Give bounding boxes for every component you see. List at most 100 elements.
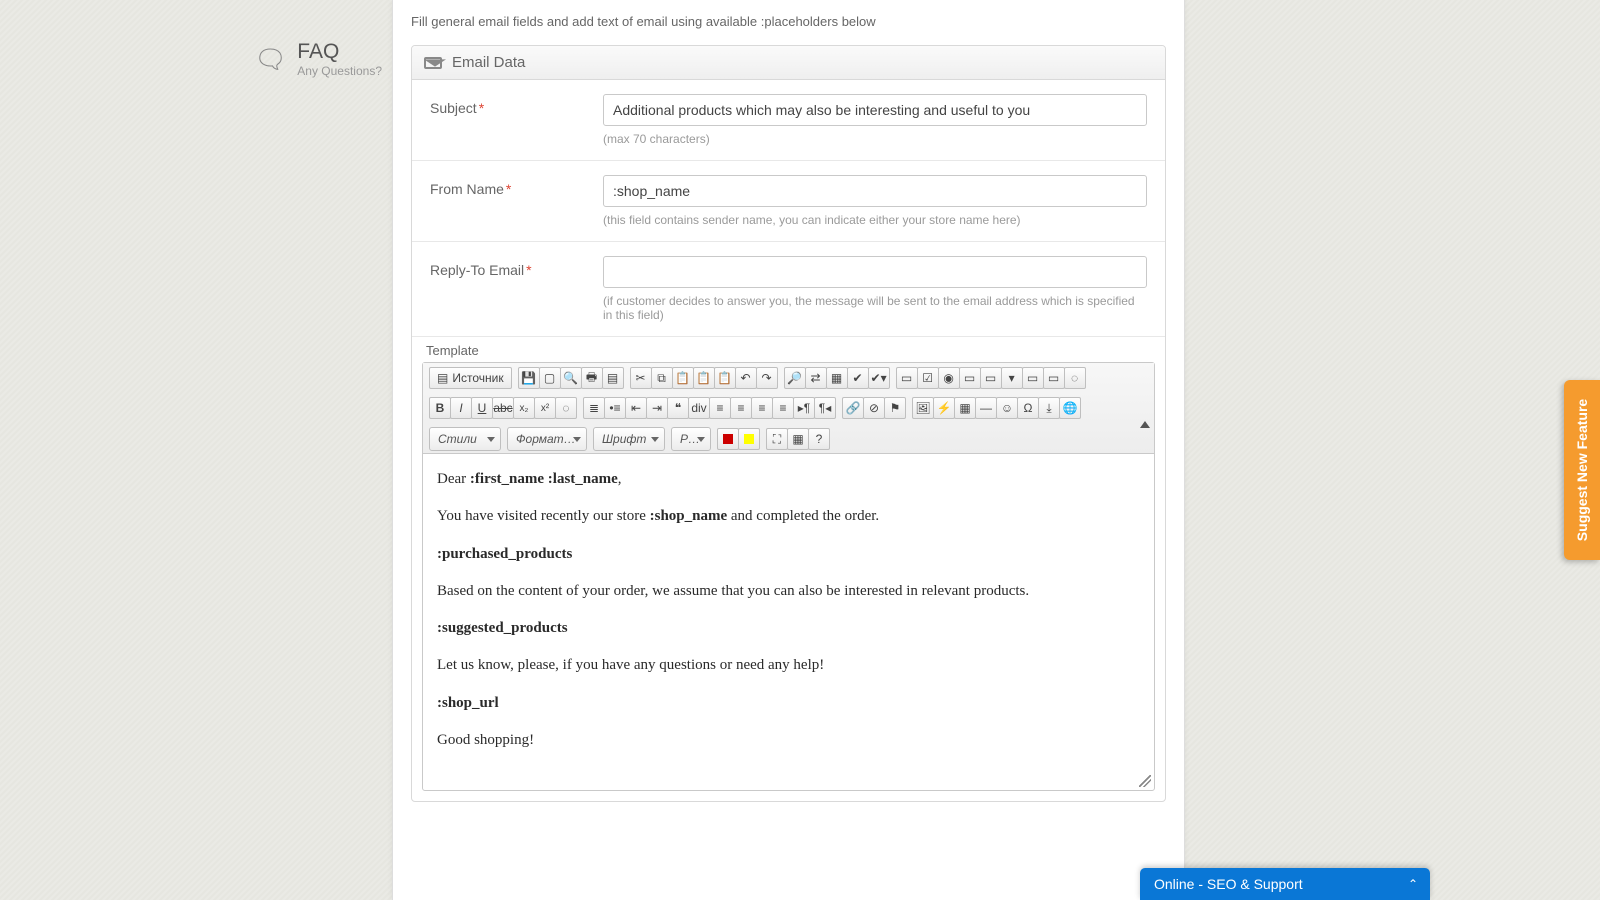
scayt-icon[interactable]: ✔▾ — [868, 367, 890, 389]
reply-to-input[interactable] — [603, 256, 1147, 288]
specialchar-button[interactable]: Ω — [1017, 397, 1039, 419]
body-text: Let us know, please, if you have any que… — [437, 654, 1140, 677]
pagebreak-button[interactable]: ⤓ — [1038, 397, 1060, 419]
placeholder-purchased: :purchased_products — [437, 546, 572, 562]
preview-icon[interactable]: 🔍 — [560, 367, 582, 389]
find-icon[interactable]: 🔎 — [784, 367, 806, 389]
paste-word-icon[interactable]: 📋 — [714, 367, 736, 389]
templates-icon[interactable]: ▤ — [602, 367, 624, 389]
about-button[interactable]: ? — [808, 428, 830, 450]
textarea-icon[interactable]: ▭ — [980, 367, 1002, 389]
body-text: Based on the content of your order, we a… — [437, 580, 1140, 603]
body-text: , — [618, 471, 622, 487]
ltr-button[interactable]: ▸¶ — [793, 397, 815, 419]
comments-icon: 🗨 — [254, 44, 287, 75]
newpage-icon[interactable]: ▢ — [539, 367, 561, 389]
resize-grip-icon[interactable] — [1139, 775, 1151, 787]
table-button[interactable]: ▦ — [954, 397, 976, 419]
textcolor-button[interactable] — [717, 428, 739, 450]
imagebutton-icon[interactable]: ▭ — [1043, 367, 1065, 389]
numlist-button[interactable]: ≣ — [583, 397, 605, 419]
placeholder-name: :first_name :last_name — [470, 471, 618, 487]
hr-button[interactable]: — — [975, 397, 997, 419]
label-reply-to: Reply-To Email — [430, 262, 524, 278]
hidden-icon[interactable]: ◌ — [1064, 367, 1086, 389]
italic-button[interactable]: I — [450, 397, 472, 419]
body-text: Dear — [437, 471, 470, 487]
subscript-button[interactable]: x₂ — [513, 397, 535, 419]
outdent-button[interactable]: ⇤ — [625, 397, 647, 419]
editor-toolbar: ▤ Источник 💾 ▢ 🔍 🖶 ▤ ✂ ⧉ 📋 — [423, 363, 1154, 454]
textfield-icon[interactable]: ▭ — [959, 367, 981, 389]
select-icon[interactable]: ▾ — [1001, 367, 1023, 389]
link-button[interactable]: 🔗 — [842, 397, 864, 419]
superscript-button[interactable]: x² — [534, 397, 556, 419]
align-left-button[interactable]: ≡ — [709, 397, 731, 419]
main-column: Fill general email fields and add text o… — [392, 0, 1185, 900]
bullist-button[interactable]: •≡ — [604, 397, 626, 419]
font-select[interactable]: Шрифт — [593, 427, 665, 451]
faq-link[interactable]: 🗨 FAQ Any Questions? — [0, 40, 392, 78]
flash-button[interactable]: ⚡ — [933, 397, 955, 419]
removeformat-button[interactable]: ◌ — [555, 397, 577, 419]
radio-icon[interactable]: ◉ — [938, 367, 960, 389]
anchor-button[interactable]: ⚑ — [884, 397, 906, 419]
placeholder-shop: :shop_name — [650, 508, 728, 524]
button-icon[interactable]: ▭ — [1022, 367, 1044, 389]
from-name-input[interactable] — [603, 175, 1147, 207]
paste-text-icon[interactable]: 📋 — [693, 367, 715, 389]
selectall-icon[interactable]: ▦ — [826, 367, 848, 389]
chat-widget[interactable]: Online - SEO & Support ⌃ — [1140, 868, 1430, 900]
suggest-feature-tab[interactable]: Suggest New Feature — [1564, 380, 1600, 560]
align-center-button[interactable]: ≡ — [730, 397, 752, 419]
intro-text: Fill general email fields and add text o… — [393, 0, 1184, 37]
maximize-button[interactable]: ⛶ — [766, 428, 788, 450]
bgcolor-button[interactable] — [738, 428, 760, 450]
indent-button[interactable]: ⇥ — [646, 397, 668, 419]
spellcheck-icon[interactable]: ✔ — [847, 367, 869, 389]
email-data-panel: Email Data Subject* (max 70 characters) … — [411, 45, 1166, 802]
faq-title: FAQ — [297, 40, 382, 64]
paste-icon[interactable]: 📋 — [672, 367, 694, 389]
align-right-button[interactable]: ≡ — [751, 397, 773, 419]
size-select[interactable]: Р… — [671, 427, 711, 451]
strike-button[interactable]: abc — [492, 397, 514, 419]
cut-icon[interactable]: ✂ — [630, 367, 652, 389]
checkbox-icon[interactable]: ☑ — [917, 367, 939, 389]
row-reply-to: Reply-To Email* (if customer decides to … — [412, 242, 1165, 337]
copy-icon[interactable]: ⧉ — [651, 367, 673, 389]
div-button[interactable]: div — [688, 397, 710, 419]
styles-select[interactable]: Стили — [429, 427, 501, 451]
rtl-button[interactable]: ¶◂ — [814, 397, 836, 419]
unlink-button[interactable]: ⊘ — [863, 397, 885, 419]
bold-button[interactable]: B — [429, 397, 451, 419]
placeholder-shopurl: :shop_url — [437, 695, 499, 711]
format-select[interactable]: Формат… — [507, 427, 587, 451]
label-subject: Subject — [430, 100, 477, 116]
collapse-toolbar-icon[interactable] — [1140, 421, 1150, 428]
page-icon: ▤ — [437, 371, 448, 385]
form-icon[interactable]: ▭ — [896, 367, 918, 389]
showblocks-button[interactable]: ▦ — [787, 428, 809, 450]
hint-reply-to: (if customer decides to answer you, the … — [603, 294, 1147, 322]
iframe-button[interactable]: 🌐 — [1059, 397, 1081, 419]
source-label: Источник — [452, 371, 503, 385]
editor-content[interactable]: Dear :first_name :last_name, You have vi… — [423, 454, 1154, 790]
subject-input[interactable] — [603, 94, 1147, 126]
image-button[interactable]: 🖼 — [912, 397, 934, 419]
body-text: You have visited recently our store — [437, 508, 650, 524]
align-justify-button[interactable]: ≡ — [772, 397, 794, 419]
replace-icon[interactable]: ⇄ — [805, 367, 827, 389]
print-icon[interactable]: 🖶 — [581, 367, 603, 389]
label-from-name: From Name — [430, 181, 504, 197]
body-text: and completed the order. — [727, 508, 879, 524]
source-button[interactable]: ▤ Источник — [429, 367, 512, 389]
required-mark: * — [526, 262, 531, 278]
smiley-button[interactable]: ☺ — [996, 397, 1018, 419]
blockquote-button[interactable]: ❝ — [667, 397, 689, 419]
underline-button[interactable]: U — [471, 397, 493, 419]
redo-icon[interactable]: ↷ — [756, 367, 778, 389]
save-icon[interactable]: 💾 — [518, 367, 540, 389]
undo-icon[interactable]: ↶ — [735, 367, 757, 389]
chevron-up-icon: ⌃ — [1408, 877, 1418, 891]
